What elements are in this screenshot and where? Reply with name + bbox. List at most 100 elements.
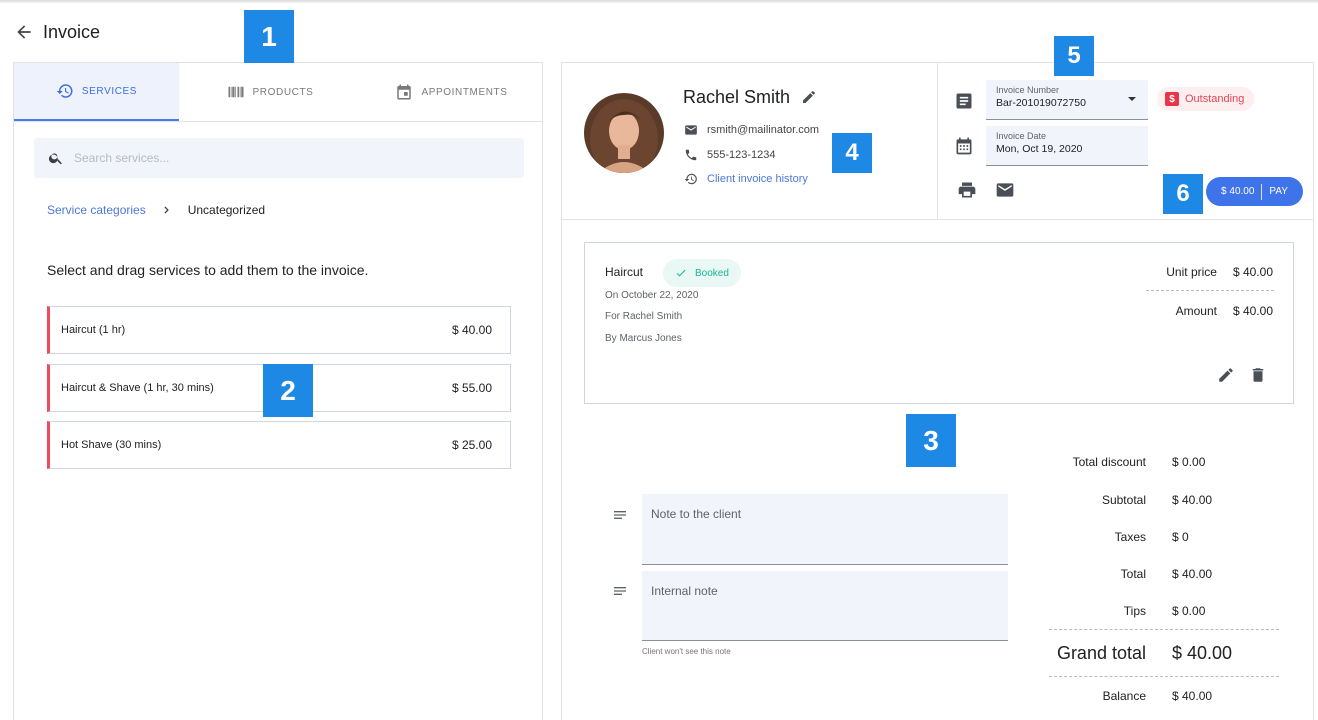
client-email-row: rsmith@mailinator.com: [684, 123, 819, 137]
email-invoice-icon[interactable]: [995, 180, 1015, 200]
pay-button[interactable]: $ 40.00 PAY: [1206, 177, 1303, 206]
internal-note-input[interactable]: [651, 584, 999, 627]
service-price: $ 40.00: [451, 323, 492, 337]
line-item-date: On October 22, 2020: [605, 290, 699, 301]
pay-divider: [1261, 183, 1263, 200]
mail-icon: [685, 125, 697, 135]
notes-icon: [612, 583, 628, 599]
invoice-number-label: Invoice Number: [996, 85, 1060, 95]
internal-note-hint: Client won't see this note: [642, 647, 731, 656]
price-divider: [1146, 290, 1274, 291]
invoice-number-value: Bar-201019072750: [996, 97, 1086, 109]
amount-row: Amount $ 40.00: [1176, 304, 1273, 318]
summary-divider: [1049, 676, 1279, 677]
summary-label: Subtotal: [1101, 493, 1146, 507]
summary-value: $ 40.00: [1172, 643, 1233, 663]
summary-label: Total discount: [1072, 455, 1146, 469]
summary-value: $ 40.00: [1172, 493, 1213, 507]
client-section: Rachel Smith rsmith@mailinator.com 555-1…: [562, 63, 938, 220]
invoice-date-field[interactable]: Invoice Date Mon, Oct 19, 2020: [986, 126, 1148, 166]
breadcrumb-service-categories[interactable]: Service categories: [47, 203, 146, 217]
service-name: Haircut & Shave (1 hr, 30 mins): [61, 382, 214, 394]
summary-value: $ 40.00: [1172, 689, 1213, 703]
invoice-meta-section: Invoice Number Bar-201019072750 $ Outsta…: [938, 63, 1314, 220]
booked-badge: Booked: [663, 259, 741, 287]
summary-value: $ 0.00: [1172, 455, 1206, 469]
client-name: Rachel Smith: [683, 87, 791, 107]
summary-label: Taxes: [1114, 530, 1146, 544]
chevron-down-icon: [1128, 97, 1136, 101]
tab-products[interactable]: PRODUCTS: [179, 63, 361, 121]
line-item-client: For Rachel Smith: [605, 311, 683, 322]
notes-icon: [612, 507, 628, 523]
client-note-input[interactable]: [651, 507, 999, 551]
client-invoice-history-link[interactable]: Client invoice history: [707, 173, 808, 185]
calendar-icon: [397, 84, 412, 100]
breadcrumb: Service categories Uncategorized: [47, 203, 265, 217]
page-title: Invoice: [43, 22, 101, 42]
search-input[interactable]: [74, 151, 494, 165]
edit-item-icon[interactable]: [1217, 366, 1235, 384]
callout-marker: 5: [1054, 36, 1094, 76]
client-history-row[interactable]: Client invoice history: [684, 172, 808, 186]
delete-item-icon[interactable]: [1249, 366, 1267, 384]
search-icon: [48, 153, 62, 165]
drag-instructions: Select and drag services to add them to …: [47, 262, 369, 278]
summary-label: Grand total: [1056, 643, 1146, 663]
service-price: $ 25.00: [451, 438, 492, 452]
line-item-name: Haircut: [605, 265, 644, 279]
tab-services[interactable]: SERVICES: [14, 63, 179, 121]
dollar-icon: $: [1165, 92, 1179, 106]
phone-icon: [685, 149, 697, 161]
tab-appointments-label: APPOINTMENTS: [421, 86, 508, 98]
tab-services-label: SERVICES: [81, 85, 138, 97]
internal-note-field[interactable]: [642, 571, 1008, 641]
client-phone-row: 555-123-1234: [684, 148, 776, 162]
invoice-number-field[interactable]: Invoice Number Bar-201019072750: [986, 80, 1148, 120]
service-price: $ 55.00: [451, 381, 492, 395]
pay-label: PAY: [1269, 186, 1288, 197]
history-icon: [684, 173, 697, 185]
edit-client-icon[interactable]: [801, 89, 817, 105]
chevron-right-icon: [164, 206, 169, 214]
callout-marker: 3: [906, 414, 956, 467]
summary-value: $ 0: [1172, 530, 1189, 544]
invoice-date-label: Invoice Date: [996, 131, 1047, 141]
client-email: rsmith@mailinator.com: [707, 124, 820, 136]
unit-price-value: $ 40.00: [1232, 265, 1273, 279]
barcode-icon: [228, 86, 244, 98]
check-icon: [676, 269, 686, 277]
breadcrumb-current: Uncategorized: [187, 203, 266, 217]
summary-value: $ 0.00: [1172, 604, 1206, 618]
status-label: Outstanding: [1185, 93, 1245, 105]
service-item-haircut[interactable]: Haircut (1 hr) $ 40.00: [47, 306, 511, 354]
unit-price-row: Unit price $ 40.00: [1166, 265, 1273, 279]
print-icon[interactable]: [957, 180, 977, 200]
client-note-field[interactable]: [642, 494, 1008, 565]
tab-appointments[interactable]: APPOINTMENTS: [361, 63, 542, 121]
pay-amount: $ 40.00: [1221, 186, 1255, 197]
line-item-card: Haircut Booked On October 22, 2020 For R…: [584, 242, 1294, 404]
page-header: Invoice: [0, 0, 600, 62]
callout-marker: 6: [1163, 174, 1203, 214]
service-name: Haircut (1 hr): [61, 324, 126, 336]
booked-label: Booked: [695, 267, 729, 279]
summary-label: Balance: [1102, 689, 1146, 703]
summary-label: Tips: [1123, 604, 1146, 618]
catalog-tabs: SERVICES PRODUCTS APPOINTMENTS: [14, 63, 542, 122]
back-arrow-icon[interactable]: [14, 22, 34, 42]
callout-marker: 4: [832, 133, 872, 173]
summary-value: $ 40.00: [1172, 567, 1213, 581]
tab-products-label: PRODUCTS: [252, 86, 314, 98]
services-icon: [56, 84, 73, 98]
unit-price-label: Unit price: [1166, 265, 1217, 279]
invoice-list-icon: [954, 91, 974, 111]
summary-label: Total: [1120, 567, 1146, 581]
search-box: [34, 138, 524, 178]
avatar: [584, 93, 664, 173]
invoice-panel: Rachel Smith rsmith@mailinator.com 555-1…: [561, 62, 1314, 720]
status-badge: $ Outstanding: [1157, 87, 1255, 111]
line-item-staff: By Marcus Jones: [605, 333, 682, 344]
service-item-hot-shave[interactable]: Hot Shave (30 mins) $ 25.00: [47, 421, 511, 469]
amount-value: $ 40.00: [1232, 304, 1273, 318]
